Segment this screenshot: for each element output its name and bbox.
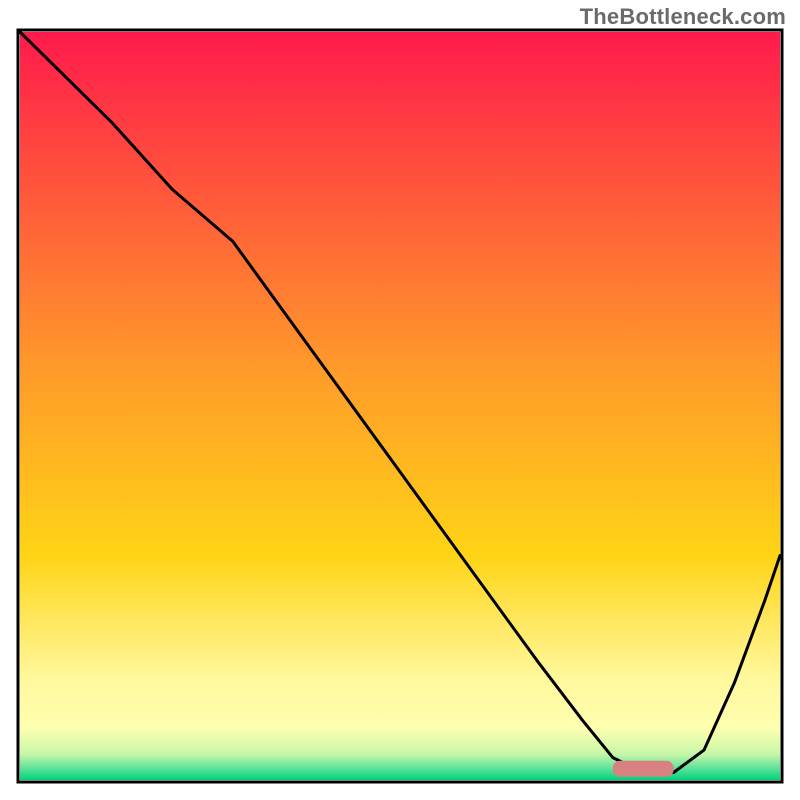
optimal-range-marker xyxy=(613,761,674,777)
watermark-text: TheBottleneck.com xyxy=(580,4,786,30)
plot-gradient-area xyxy=(20,32,780,780)
bottleneck-chart xyxy=(0,0,800,800)
chart-stage: TheBottleneck.com xyxy=(0,0,800,800)
